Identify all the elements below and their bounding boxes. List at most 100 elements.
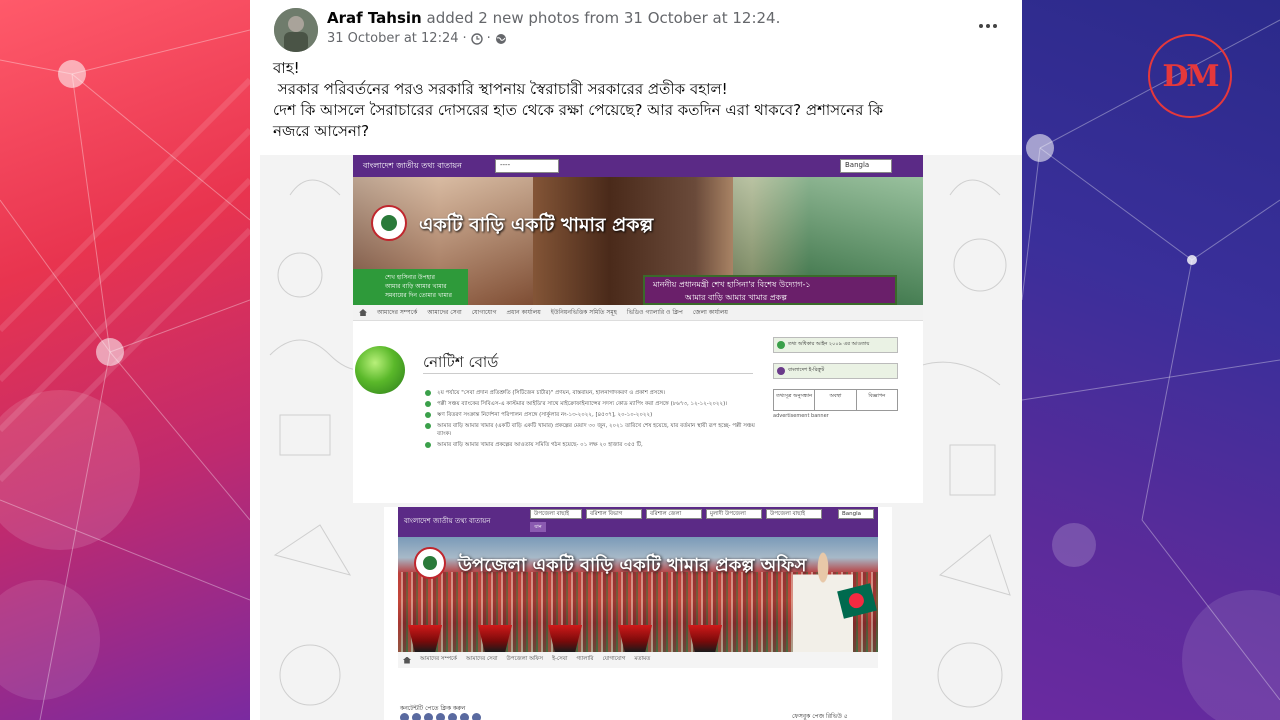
slogan-line: শেখ হাসিনার উপহার: [385, 274, 435, 281]
banner-slogan-box: শেখ হাসিনার উপহার আমার বাড়ি আমার খামার …: [353, 269, 468, 305]
info-table-cell: তথ্যসূত্র অনুসন্ধান: [774, 390, 816, 410]
more-options-button[interactable]: [974, 14, 1002, 38]
location-select: উপজেলা বাছাই: [530, 509, 582, 519]
language-select: Bangla: [838, 509, 874, 519]
post-meta: 31 October at 12:24 · ·: [327, 31, 507, 46]
more-dot-icon: [986, 24, 990, 28]
menu-item: আমাদের সেবা: [427, 309, 462, 316]
social-icon: [448, 713, 457, 720]
menu-item: আমাদের সম্পর্কে: [420, 656, 458, 662]
more-dot-icon: [993, 24, 997, 28]
menu-item: ইউনিয়নভিত্তিক সমিতি সমূহ: [550, 309, 617, 316]
upazila-select: মুলাদী উপজেলা: [706, 509, 762, 519]
post-photos[interactable]: বাংলাদেশ জাতীয় তথ্য বাতায়ন ---- Bangla…: [260, 155, 1022, 720]
office-select: উপজেলা বাছাই: [766, 509, 822, 519]
banner-initiative-caption: মাননীয় প্রধানমন্ত্রী শেখ হাসিনা'র বিশেষ…: [643, 275, 897, 305]
rti-link-button: তথ্য অধিকার আইন ২০০৯ এর আওতায়: [773, 337, 898, 353]
banner-title: একটি বাড়ি একটি খামার প্রকল্প: [419, 214, 654, 236]
go-button: যান: [530, 522, 546, 532]
green-globe-icon: [355, 346, 405, 394]
menu-item: জেলা কার্যালয়: [692, 309, 728, 316]
social-icon: [460, 713, 469, 720]
post-text-line: সরকার পরিবর্তনের পরও সরকারি স্থাপনায় স্…: [273, 80, 728, 98]
post-text-line: দেশ কি আসলে সৈরাচারের দোসরের হাত থেকে রক…: [273, 101, 883, 119]
sidebar-widgets: তথ্য অধিকার আইন ২০০৯ এর আওতায় বাংলাদেশ …: [773, 337, 898, 419]
social-icon: [412, 713, 421, 720]
banner-title: উপজেলা একটি বাড়ি একটি খামার প্রকল্প অফি…: [458, 555, 807, 576]
facebook-page-widget-label: ফেসবুক পেজ রিভিউ ৫: [792, 713, 848, 720]
post-text-line: বাহ!: [273, 59, 300, 77]
post-header: Araf Tahsin added 2 new photos from 31 O…: [250, 0, 1022, 58]
post-text: বাহ! সরকার পরিবর্তনের পরও সরকারি স্থাপনা…: [273, 58, 1013, 142]
menu-item: ই-সেবা: [552, 656, 568, 662]
social-icon: [472, 713, 481, 720]
social-icon: [436, 713, 445, 720]
notice-item: ২য় পর্যায়ে "সেবা প্রদান প্রতিশ্রুতি (স…: [425, 389, 755, 397]
menu-item: ভিডিও গ্যালারি ও ক্লিপ: [626, 309, 683, 316]
menu-item: যোগাযোগ: [602, 656, 626, 662]
notice-board: নোটিশ বোর্ড ২য় পর্যায়ে "সেবা প্রদান প্…: [353, 321, 758, 503]
initiative-line-1: মাননীয় প্রধানমন্ত্রী শেখ হাসিনা'র বিশেষ…: [653, 280, 811, 289]
info-table-cell: বিজ্ঞাপন: [868, 393, 886, 399]
background-left-panel: [0, 0, 250, 720]
social-icons-row: [400, 713, 481, 720]
menu-item: আমাদের সম্পর্কে: [377, 309, 418, 316]
network-lines-decoration: [0, 29, 250, 720]
notice-item: ঋণ বিতরণ সংক্রান্ত নির্দেশনা পরিপালন প্র…: [425, 411, 755, 419]
separator-dot: ·: [462, 31, 467, 46]
slogan-line: আমার বাড়ি আমার খামার: [385, 283, 447, 290]
site-menubar: আমাদের সম্পর্কে আমাদের সেবা উপজেলা অফিস …: [398, 652, 878, 668]
govt-emblem-icon: [414, 547, 446, 579]
background-right-panel: [1022, 0, 1280, 720]
division-select: বরিশাল বিভাগ: [586, 509, 642, 519]
advertisement-banner-placeholder: advertisement banner: [773, 413, 829, 419]
dm-watermark-logo: DM: [1148, 34, 1232, 118]
home-icon: [359, 309, 367, 316]
post-timestamp-link[interactable]: 31 October at 12:24: [327, 31, 459, 46]
project-banner: একটি বাড়ি একটি খামার প্রকল্প শেখ হাসিনা…: [353, 177, 923, 305]
home-icon: [403, 656, 411, 664]
site-select: ----: [495, 159, 559, 173]
separator-dot: ·: [486, 31, 491, 46]
menu-item: গ্যালারি: [576, 656, 594, 662]
site-title: বাংলাদেশ জাতীয় তথ্য বাতায়ন: [363, 161, 462, 170]
social-icon: [400, 713, 409, 720]
notice-item: আমার বাড়ি আমার খামার প্রকল্পের আওতায় স…: [425, 441, 755, 449]
upazila-office-banner: উপজেলা একটি বাড়ি একটি খামার প্রকল্প অফি…: [398, 537, 878, 652]
menu-item: উপজেলা অফিস: [506, 656, 544, 662]
post-text-line: নজরে আসেনা?: [273, 122, 370, 140]
slogan-line: সমবায়ের দিন তোমার খামার: [385, 292, 452, 299]
menu-item: আমাদের সেবা: [466, 656, 498, 662]
notice-list: ২য় পর্যায়ে "সেবা প্রদান প্রতিশ্রুতি (স…: [425, 389, 755, 452]
avatar-photo: [274, 8, 318, 52]
menu-item: যোগাযোগ: [471, 309, 497, 316]
globe-icon[interactable]: [495, 33, 507, 45]
clock-icon: [470, 32, 483, 45]
site-title: বাংলাদেশ জাতীয় তথ্য বাতায়ন: [404, 517, 491, 525]
info-table: তথ্যসূত্র অনুসন্ধান অবস্থা বিজ্ঞাপন: [773, 389, 898, 411]
notice-item: পল্লী সঞ্চয় ব্যাংকের সিবিএস-এ কাস্টমার …: [425, 400, 755, 408]
menu-item: প্রধান কার্যালয়: [506, 309, 541, 316]
notice-item: আমার বাড়ি আমার খামার (একটি বাড়ি একটি খ…: [425, 422, 755, 438]
more-dot-icon: [979, 24, 983, 28]
divider: [423, 373, 753, 374]
site-topbar: বাংলাদেশ জাতীয় তথ্য বাতায়ন উপজেলা বাছা…: [398, 507, 878, 537]
network-lines-decoration: [1022, 19, 1280, 720]
info-table-cell: অবস্থা: [815, 390, 857, 410]
dm-logo-text: DM: [1162, 58, 1219, 94]
social-icon: [424, 713, 433, 720]
author-line: Araf Tahsin added 2 new photos from 31 O…: [327, 9, 780, 27]
facebook-post: Araf Tahsin added 2 new photos from 31 O…: [250, 0, 1022, 720]
initiative-line-2: আমার বাড়ি আমার খামার প্রকল্প: [685, 293, 787, 302]
post-action-text: added 2 new photos from 31 October at 12…: [426, 9, 781, 27]
site-topbar: বাংলাদেশ জাতীয় তথ্য বাতায়ন ---- Bangla: [353, 155, 923, 177]
menu-item: মতামত: [634, 656, 651, 662]
govt-emblem-icon: [371, 205, 407, 241]
avatar[interactable]: [274, 8, 318, 52]
language-select: Bangla: [840, 159, 892, 173]
photo-2-website-screenshot[interactable]: বাংলাদেশ জাতীয় তথ্য বাতায়ন উপজেলা বাছা…: [384, 507, 892, 720]
erecruit-link-button: বাংলাদেশ ই-রিক্রুট: [773, 363, 898, 379]
district-select: বরিশাল জেলা: [646, 509, 702, 519]
author-name-link[interactable]: Araf Tahsin: [327, 9, 422, 27]
photo-1-website-screenshot[interactable]: বাংলাদেশ জাতীয় তথ্য বাতায়ন ---- Bangla…: [353, 155, 923, 503]
